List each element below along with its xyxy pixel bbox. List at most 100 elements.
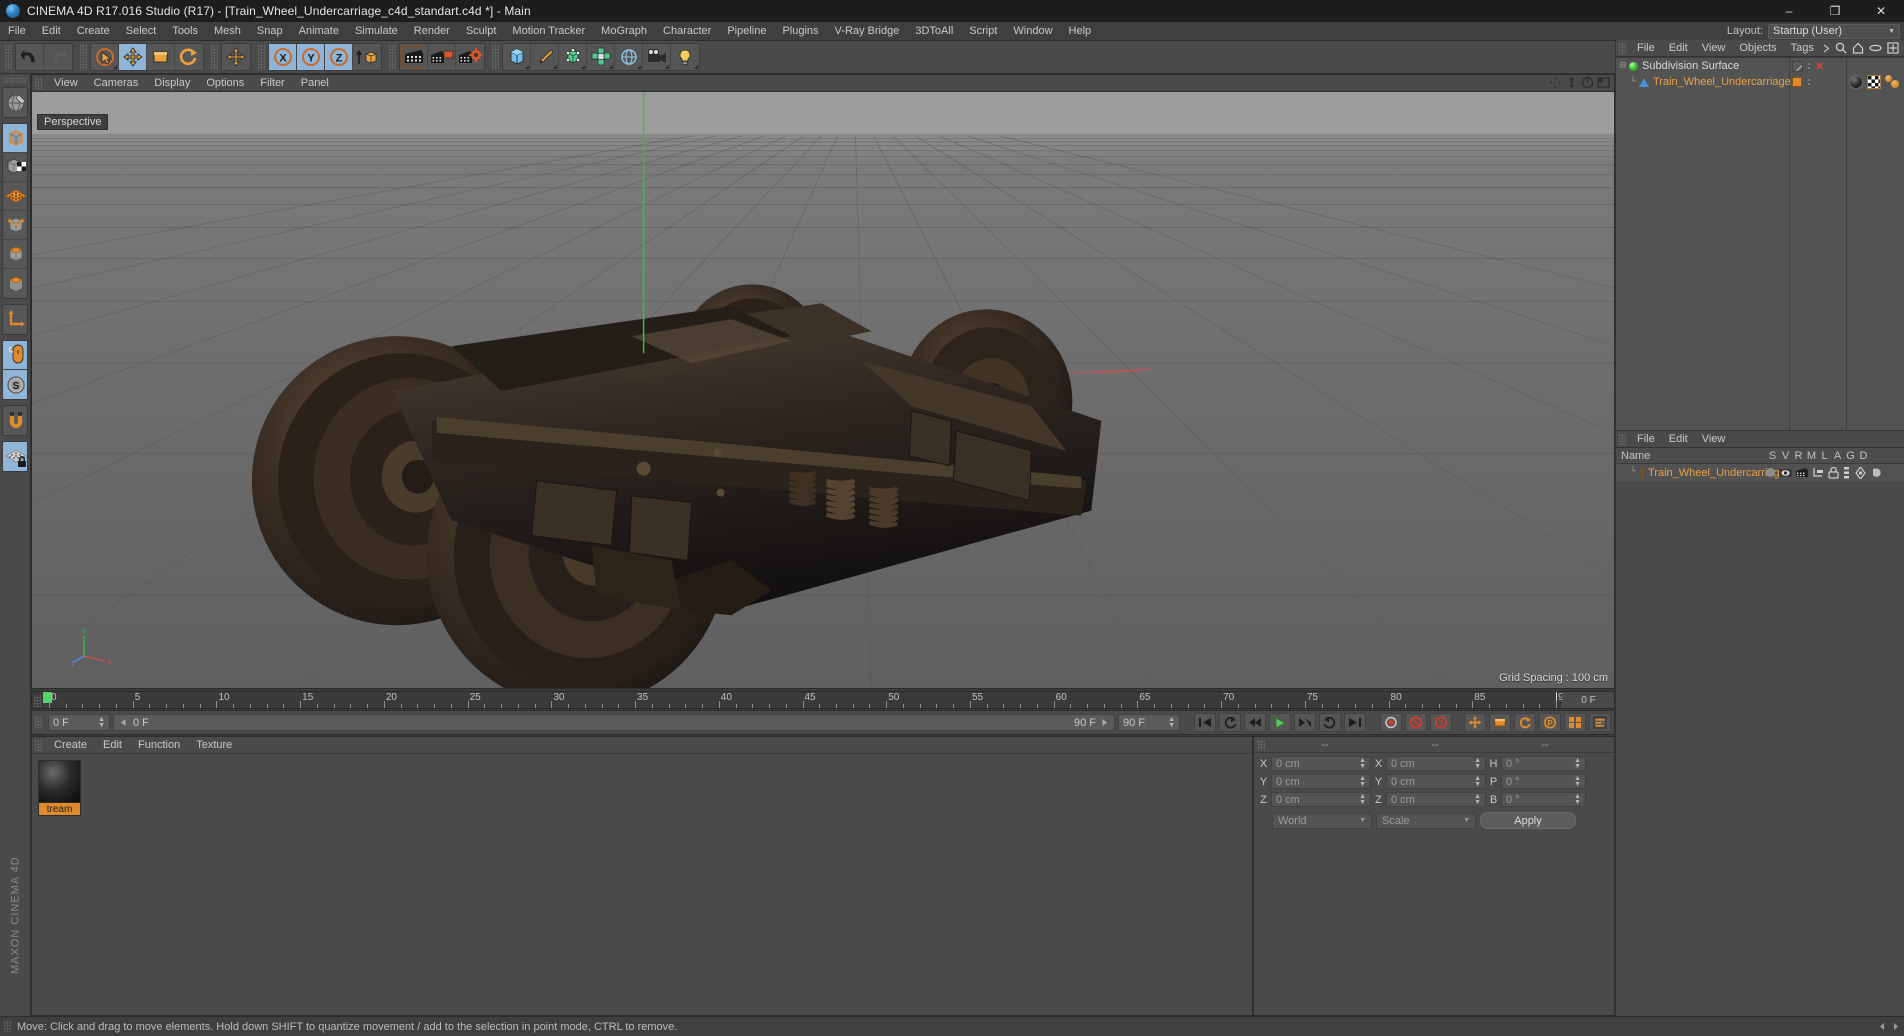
material-menu-edit[interactable]: Edit bbox=[95, 736, 130, 755]
scale-view-icon[interactable] bbox=[1565, 76, 1578, 89]
menu-simulate[interactable]: Simulate bbox=[347, 22, 406, 41]
rot-h-input[interactable]: 0 ° ▲ ▼ bbox=[1501, 756, 1586, 771]
lock-icon[interactable] bbox=[1828, 466, 1839, 479]
add-scene-button[interactable] bbox=[615, 44, 643, 70]
menu-animate[interactable]: Animate bbox=[291, 22, 347, 41]
layout-dropdown[interactable]: Startup (User) ▼ bbox=[1768, 23, 1900, 39]
scale-key-button[interactable] bbox=[1489, 713, 1511, 732]
menu-file[interactable]: File bbox=[0, 22, 34, 41]
menu-vray-bridge[interactable]: V-Ray Bridge bbox=[827, 22, 908, 41]
timeline-ruler-panel[interactable]: 0 5 10 15 20 25 30 35 40 45 50 55 60 65 70 75 80 85 90 0 F bbox=[31, 691, 1615, 709]
rotation-key-button[interactable] bbox=[1514, 713, 1536, 732]
scale-tool[interactable] bbox=[147, 44, 175, 70]
toolbar-grip-4[interactable] bbox=[258, 44, 265, 70]
column-header-r[interactable]: R bbox=[1792, 450, 1805, 462]
add-light-button[interactable] bbox=[671, 44, 699, 70]
record-active-objects-button[interactable] bbox=[1380, 713, 1402, 732]
coordinates-grip[interactable] bbox=[1258, 739, 1265, 750]
workplane-lock-button[interactable] bbox=[3, 442, 27, 471]
size-x-input[interactable]: 0 cm ▲ ▼ bbox=[1386, 756, 1486, 771]
object-manager-menu-file[interactable]: File bbox=[1630, 40, 1662, 57]
go-to-end-button[interactable] bbox=[1344, 713, 1366, 732]
world-object-coordinates[interactable] bbox=[353, 44, 381, 70]
material-menu-create[interactable]: Create bbox=[46, 736, 95, 755]
viewport-menu-panel[interactable]: Panel bbox=[293, 75, 337, 92]
polygons-mode-button[interactable] bbox=[3, 240, 27, 269]
menu-window[interactable]: Window bbox=[1005, 22, 1060, 41]
close-button[interactable]: ✕ bbox=[1858, 0, 1904, 22]
snap-settings-button[interactable]: S bbox=[3, 370, 27, 399]
material-manager-grip[interactable] bbox=[35, 739, 42, 751]
toolbar-grip-5[interactable] bbox=[389, 44, 396, 70]
phong-tag-icon[interactable] bbox=[1885, 75, 1901, 89]
spinner-icon-sy[interactable]: ▲ ▼ bbox=[1474, 775, 1481, 788]
panel-layout-icon[interactable] bbox=[1597, 76, 1610, 89]
deformers-icon[interactable] bbox=[1871, 467, 1884, 479]
size-y-input[interactable]: 0 cm ▲ ▼ bbox=[1386, 774, 1486, 789]
pos-x-input[interactable]: 0 cm ▲ ▼ bbox=[1271, 756, 1371, 771]
render-to-picture-viewer-button[interactable] bbox=[428, 44, 456, 70]
object-row-train-wheel-undercarriage[interactable]: └ Train_Wheel_Undercarriage bbox=[1616, 74, 1904, 90]
column-header-v[interactable]: V bbox=[1779, 450, 1792, 462]
menu-plugins[interactable]: Plugins bbox=[774, 22, 826, 41]
menu-character[interactable]: Character bbox=[655, 22, 719, 41]
coordinate-system-dropdown[interactable]: World ▼ bbox=[1272, 812, 1372, 829]
step-forward-button[interactable] bbox=[1294, 713, 1316, 732]
next-key-button[interactable] bbox=[1319, 713, 1341, 732]
current-frame-input[interactable]: 0 F ▲ ▼ bbox=[48, 714, 110, 731]
rot-b-input[interactable]: 0 ° ▲ ▼ bbox=[1501, 792, 1586, 807]
ellipse-icon[interactable] bbox=[1869, 43, 1882, 53]
viewport-solo-button[interactable] bbox=[3, 341, 27, 370]
toolbar-grip-3[interactable] bbox=[211, 44, 218, 70]
spinner-icon-pz[interactable]: ▲ ▼ bbox=[1359, 793, 1366, 806]
material-tag-icon[interactable] bbox=[1849, 75, 1863, 89]
menu-help[interactable]: Help bbox=[1061, 22, 1100, 41]
viewport-menu-view[interactable]: View bbox=[46, 75, 86, 92]
spinner-icon-2[interactable]: ▲ ▼ bbox=[1168, 716, 1175, 729]
transport-grip[interactable] bbox=[35, 715, 42, 730]
column-header-s[interactable]: S bbox=[1766, 450, 1779, 462]
spinner-icon-py[interactable]: ▲ ▼ bbox=[1359, 775, 1366, 788]
timeline-grip[interactable] bbox=[34, 695, 41, 707]
layer-manager-grip[interactable] bbox=[1619, 433, 1626, 445]
viewport-canvas[interactable]: Perspective Grid Spacing : 100 cm Y X Z bbox=[32, 92, 1614, 688]
close-icon[interactable]: ✕ bbox=[1815, 60, 1824, 73]
size-z-input[interactable]: 0 cm ▲ ▼ bbox=[1386, 792, 1486, 807]
menu-tools[interactable]: Tools bbox=[164, 22, 206, 41]
expand-icon[interactable] bbox=[1887, 42, 1899, 54]
scroll-right-icon[interactable] bbox=[1891, 1022, 1900, 1031]
go-to-start-button[interactable] bbox=[1194, 713, 1216, 732]
scroll-left-icon[interactable] bbox=[1878, 1022, 1887, 1031]
toolbar-grip-6[interactable] bbox=[492, 44, 499, 70]
animation-icon[interactable] bbox=[1843, 466, 1850, 479]
apply-button[interactable]: Apply bbox=[1480, 812, 1576, 829]
axis-modify-button[interactable] bbox=[3, 305, 27, 334]
layer-manager-menu-view[interactable]: View bbox=[1695, 431, 1733, 448]
lock-y-axis[interactable]: Y bbox=[297, 44, 325, 70]
menu-motion-tracker[interactable]: Motion Tracker bbox=[504, 22, 593, 41]
render-view-button[interactable] bbox=[400, 44, 428, 70]
minimize-button[interactable]: – bbox=[1766, 0, 1812, 22]
spinner-icon[interactable]: ▲ ▼ bbox=[98, 716, 105, 729]
add-spline-button[interactable] bbox=[531, 44, 559, 70]
timeline-toggle-button[interactable] bbox=[1589, 713, 1611, 732]
viewport-menu-cameras[interactable]: Cameras bbox=[86, 75, 147, 92]
menu-sculpt[interactable]: Sculpt bbox=[458, 22, 505, 41]
uvw-tag-icon[interactable] bbox=[1867, 75, 1881, 89]
viewport-menu-display[interactable]: Display bbox=[146, 75, 198, 92]
transform-mode-dropdown[interactable]: Scale ▼ bbox=[1376, 812, 1476, 829]
spinner-icon-sz[interactable]: ▲ ▼ bbox=[1474, 793, 1481, 806]
solo-toggle-icon[interactable] bbox=[1766, 468, 1775, 477]
timeline-end-field[interactable]: 0 F bbox=[1562, 692, 1614, 708]
add-camera-button[interactable] bbox=[643, 44, 671, 70]
search-icon[interactable] bbox=[1835, 42, 1847, 54]
pos-z-input[interactable]: 0 cm ▲ ▼ bbox=[1271, 792, 1371, 807]
pos-y-input[interactable]: 0 cm ▲ ▼ bbox=[1271, 774, 1371, 789]
menu-select[interactable]: Select bbox=[118, 22, 165, 41]
model-mode-button[interactable] bbox=[3, 124, 27, 153]
menu-edit[interactable]: Edit bbox=[34, 22, 69, 41]
render-icon[interactable] bbox=[1796, 467, 1808, 478]
position-key-button[interactable] bbox=[1464, 713, 1486, 732]
spinner-icon-b[interactable]: ▲ ▼ bbox=[1574, 793, 1581, 806]
spinner-icon-px[interactable]: ▲ ▼ bbox=[1359, 757, 1366, 770]
